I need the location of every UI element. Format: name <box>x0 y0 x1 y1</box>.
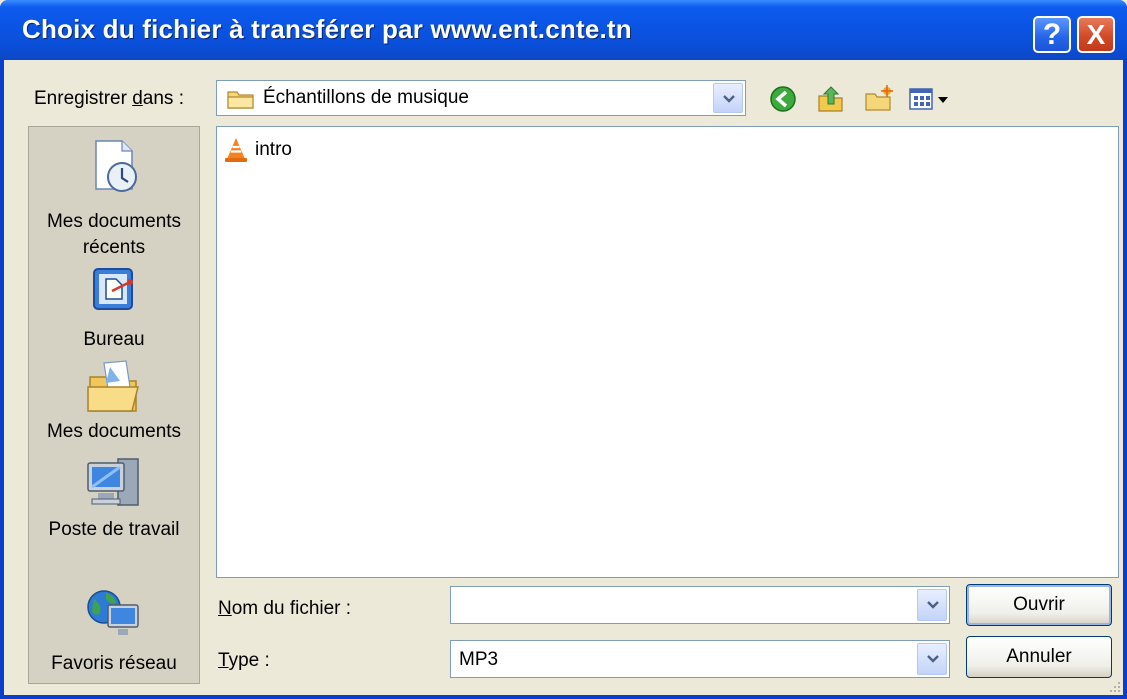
network-places-icon <box>87 590 139 635</box>
open-button[interactable]: Ouvrir <box>966 584 1112 626</box>
look-in-label: Enregistrer dans : <box>34 88 184 109</box>
place-recent-documents[interactable]: Mes documents récents <box>29 135 199 261</box>
file-name: intro <box>255 139 292 160</box>
place-label: Favoris réseau <box>51 653 177 674</box>
place-label: Mes documents <box>46 421 182 442</box>
file-list[interactable]: intro <box>216 126 1119 578</box>
file-dialog-window: Choix du fichier à transférer par www.en… <box>0 0 1127 699</box>
desktop-icon <box>93 268 133 310</box>
filetype-value: MP3 <box>459 649 499 670</box>
window-title: Choix du fichier à transférer par www.en… <box>22 14 632 44</box>
filename-input[interactable] <box>450 586 950 624</box>
help-button[interactable]: ? <box>1033 16 1071 53</box>
close-button[interactable]: X <box>1077 16 1115 53</box>
cancel-button[interactable]: Annuler <box>966 636 1112 678</box>
place-my-documents[interactable]: Mes documents <box>29 357 199 445</box>
chevron-down-icon[interactable] <box>917 589 947 621</box>
place-label: Poste de travail <box>48 519 180 540</box>
list-item[interactable]: intro <box>223 137 292 163</box>
folder-icon <box>227 91 254 109</box>
look-in-select[interactable]: Échantillons de musique <box>216 80 746 116</box>
my-computer-icon <box>87 458 139 506</box>
chevron-down-icon[interactable] <box>917 643 947 675</box>
vlc-icon <box>225 138 247 162</box>
chevron-down-icon[interactable] <box>713 83 743 113</box>
filename-label: Nom du fichier : <box>218 598 352 619</box>
title-bar[interactable]: Choix du fichier à transférer par www.en… <box>0 0 1127 60</box>
filetype-select[interactable]: MP3 <box>450 640 950 678</box>
filetype-label: Type : <box>218 650 270 671</box>
new-folder-icon[interactable] <box>864 84 894 114</box>
resize-grip-icon[interactable] <box>1107 679 1121 693</box>
look-in-value: Échantillons de musique <box>263 87 469 108</box>
my-documents-icon <box>87 360 139 412</box>
place-label: Mes documents récents <box>46 211 182 258</box>
place-network[interactable]: Favoris réseau <box>29 581 199 677</box>
back-icon[interactable] <box>768 84 798 114</box>
place-label: Bureau <box>83 329 145 350</box>
recent-documents-icon <box>95 140 137 192</box>
up-folder-icon[interactable] <box>816 84 846 114</box>
places-bar: Mes documents récents Bureau Mes documen… <box>28 126 200 684</box>
view-menu-icon[interactable] <box>908 84 954 114</box>
place-desktop[interactable]: Bureau <box>29 265 199 353</box>
place-my-computer[interactable]: Poste de travail <box>29 453 199 543</box>
